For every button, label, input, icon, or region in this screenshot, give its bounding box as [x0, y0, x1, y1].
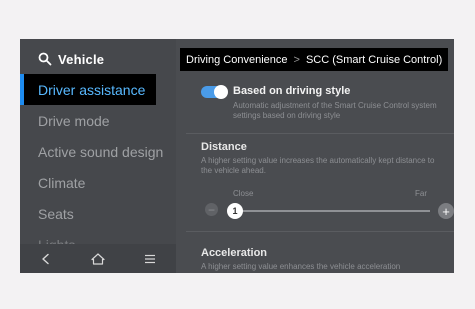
divider: [186, 133, 454, 134]
acceleration-title: Acceleration: [201, 247, 268, 259]
back-icon[interactable]: [31, 248, 61, 270]
distance-slider-thumb[interactable]: 1: [227, 203, 243, 219]
minus-icon: −: [207, 202, 215, 217]
breadcrumb: Driving Convenience > SCC (Smart Cruise …: [180, 48, 449, 71]
sidebar-item-label: Driver assistance: [38, 81, 146, 98]
sidebar: Vehicle Driver assistance Drive mode Act…: [20, 39, 176, 273]
sidebar-item-label: Drive mode: [38, 112, 110, 129]
page-title: Vehicle: [58, 51, 105, 67]
breadcrumb-separator: >: [293, 53, 300, 66]
divider: [186, 231, 454, 232]
bottom-nav-bar: [20, 244, 176, 273]
plus-icon: +: [442, 203, 450, 219]
sidebar-item-label: Active sound design: [38, 143, 164, 160]
search-icon[interactable]: [38, 52, 52, 66]
driving-style-title: Based on driving style: [233, 85, 351, 97]
menu-icon[interactable]: [135, 248, 165, 270]
infotainment-screen: Vehicle Driver assistance Drive mode Act…: [20, 39, 454, 273]
distance-increase-button[interactable]: +: [438, 203, 454, 219]
sidebar-item-label: Seats: [38, 205, 74, 222]
sidebar-item-seats[interactable]: Seats: [20, 198, 176, 229]
toggle-knob: [214, 85, 228, 99]
distance-max-label: Far: [415, 189, 427, 198]
distance-value: 1: [232, 206, 238, 216]
breadcrumb-parent[interactable]: Driving Convenience: [186, 54, 288, 66]
sidebar-menu: Driver assistance Drive mode Active soun…: [20, 74, 176, 260]
sidebar-item-driver-assistance[interactable]: Driver assistance: [20, 74, 156, 105]
acceleration-description: A higher setting value enhances the vehi…: [201, 262, 401, 271]
distance-slider-track[interactable]: [230, 210, 430, 212]
distance-decrease-button[interactable]: −: [205, 203, 218, 216]
sidebar-item-climate[interactable]: Climate: [20, 167, 176, 198]
sidebar-header[interactable]: Vehicle: [38, 49, 104, 69]
driving-style-toggle[interactable]: [201, 85, 228, 99]
sidebar-item-drive-mode[interactable]: Drive mode: [20, 105, 176, 136]
driving-style-description: Automatic adjustment of the Smart Cruise…: [233, 101, 437, 120]
distance-min-label: Close: [233, 189, 254, 198]
distance-description: A higher setting value increases the aut…: [201, 156, 435, 175]
sidebar-item-active-sound-design[interactable]: Active sound design: [20, 136, 176, 167]
sidebar-item-label: Climate: [38, 174, 86, 191]
breadcrumb-current: SCC (Smart Cruise Control): [305, 53, 443, 66]
distance-title: Distance: [201, 141, 247, 153]
home-icon[interactable]: [83, 248, 113, 270]
page-frame: Vehicle Driver assistance Drive mode Act…: [0, 0, 475, 309]
